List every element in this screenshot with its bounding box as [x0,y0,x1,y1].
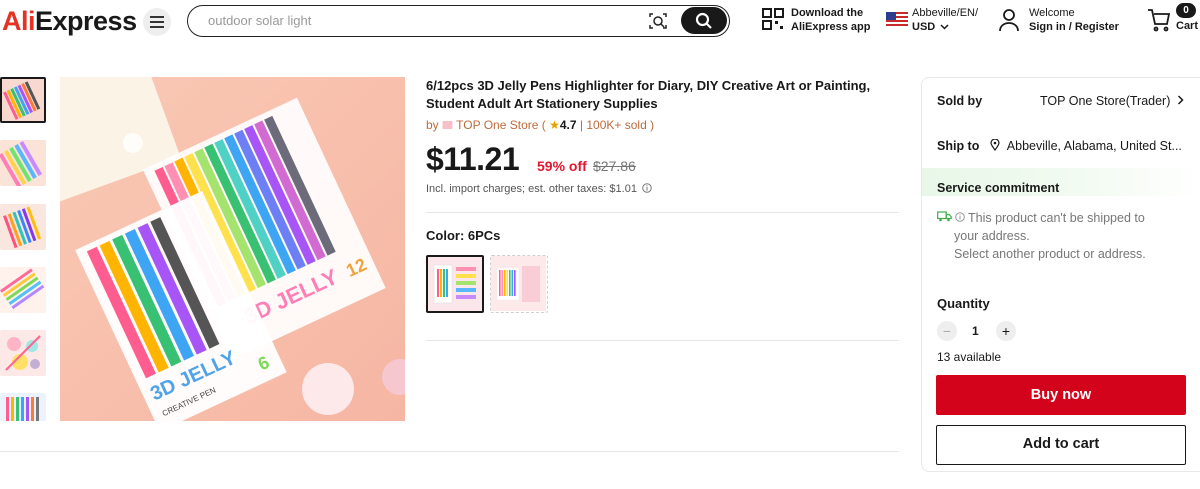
site-header: AliExpress Download the AliExpress app A… [0,0,1200,44]
quantity-value[interactable]: 1 [972,324,979,338]
image-search-button[interactable] [648,11,670,31]
seller-name: TOP One Store(Trader) [1040,94,1171,108]
tax-note: Incl. import charges; est. other taxes: … [426,183,652,195]
color-label: Color: 6PCs [426,228,501,243]
current-price: $11.21 [426,141,520,177]
chevron-right-icon [1177,95,1184,105]
rating-value: 4.7 [559,118,577,132]
color-option-12pcs[interactable] [490,255,548,313]
gallery-thumbnail[interactable] [0,330,46,376]
camera-scan-icon [649,13,667,29]
account-link[interactable]: Welcome Sign in / Register [1029,6,1119,34]
ship-to-value: Abbeville, Alabama, United St... [1006,139,1182,153]
shopping-cart-icon[interactable] [1147,8,1171,32]
quantity-decrease-button[interactable]: − [937,321,957,341]
search-bar [187,5,730,37]
download-app-link[interactable]: Download the AliExpress app [791,6,870,34]
download-line-1: Download the [791,7,864,19]
purchase-panel: Sold by TOP One Store(Trader) Ship to Ab… [921,77,1200,472]
quantity-increase-button[interactable]: + [996,321,1016,341]
divider [426,340,899,341]
gallery-thumbnail[interactable] [0,267,46,313]
welcome-text: Welcome [1029,7,1075,19]
gallery-thumbnail[interactable] [0,393,46,439]
ship-to-label: Ship to [937,139,980,153]
add-to-cart-button[interactable]: Add to cart [936,425,1186,465]
gallery-thumbnail[interactable] [0,204,46,250]
discount-badge: 59% off [537,158,587,174]
seller-link[interactable]: TOP One Store(Trader) [1040,94,1184,108]
cart-label[interactable]: Cart [1176,20,1198,32]
thumbnail-image [0,393,46,421]
store-link[interactable]: TOP One Store [456,118,538,132]
thumbnail-image [0,204,46,250]
sold-count: 100K+ sold [586,118,647,132]
swatch-image [491,256,546,311]
thumbnail-image [0,140,46,186]
currency-label: USD [912,21,936,33]
quantity-label: Quantity [937,296,990,311]
by-text: by [426,118,439,132]
locale-line-1: Abbeville/EN/ [912,7,979,19]
thumbnail-image [0,267,46,313]
service-msg-line-3: Select another product or address. [954,247,1146,261]
store-icon [442,121,453,129]
search-icon [695,12,712,29]
search-button[interactable] [681,7,727,34]
menu-button[interactable] [143,8,171,36]
delivery-truck-icon [937,211,952,222]
product-title: 6/12pcs 3D Jelly Pens Highlighter for Di… [426,78,871,111]
aliexpress-logo[interactable]: AliExpress [2,6,137,37]
available-count: 13 available [937,350,1002,364]
main-product-image[interactable]: 3D JELLY 12 3D JELLY CREATIVE PEN 6 [60,77,405,421]
locale-selector[interactable]: Abbeville/EN/ USD [912,6,978,34]
sign-in-register-link[interactable]: Sign in / Register [1029,20,1119,34]
service-msg-line-2: your address. [954,229,1030,243]
original-price: $27.86 [593,158,636,174]
search-input[interactable] [208,13,638,28]
color-option-6pcs[interactable] [426,255,484,313]
store-line: by TOP One Store ( ★4.7 | 100K+ sold ) [426,118,655,132]
service-message: This product can't be shipped to your ad… [954,209,1194,263]
thumbnail-image [2,79,44,121]
star-icon: ★ [549,118,560,132]
service-commitment-label: Service commitment [937,181,1060,195]
buy-now-button[interactable]: Buy now [936,375,1186,415]
hamburger-icon [150,16,164,28]
swatch-image [428,257,482,311]
download-line-2: AliExpress app [791,21,871,33]
ship-to-selector[interactable]: Abbeville, Alabama, United St... [990,138,1182,153]
tax-note-text: Incl. import charges; est. other taxes: … [426,183,637,195]
service-msg-line-1: This product can't be shipped to [968,211,1145,225]
divider [0,451,899,452]
gallery-thumbnail[interactable] [0,77,46,123]
info-icon[interactable] [642,183,652,193]
divider [426,212,899,213]
cart-count-badge: 0 [1176,3,1196,18]
qr-code-icon[interactable] [762,8,784,30]
product-photo: 3D JELLY 12 3D JELLY CREATIVE PEN 6 [60,77,405,421]
sold-by-label: Sold by [937,94,983,108]
gallery-thumbnail[interactable] [0,140,46,186]
location-pin-icon [990,138,1000,152]
thumbnail-image [0,330,46,376]
user-icon[interactable] [998,8,1020,32]
us-flag-icon [886,12,908,26]
chevron-down-icon [940,24,949,30]
